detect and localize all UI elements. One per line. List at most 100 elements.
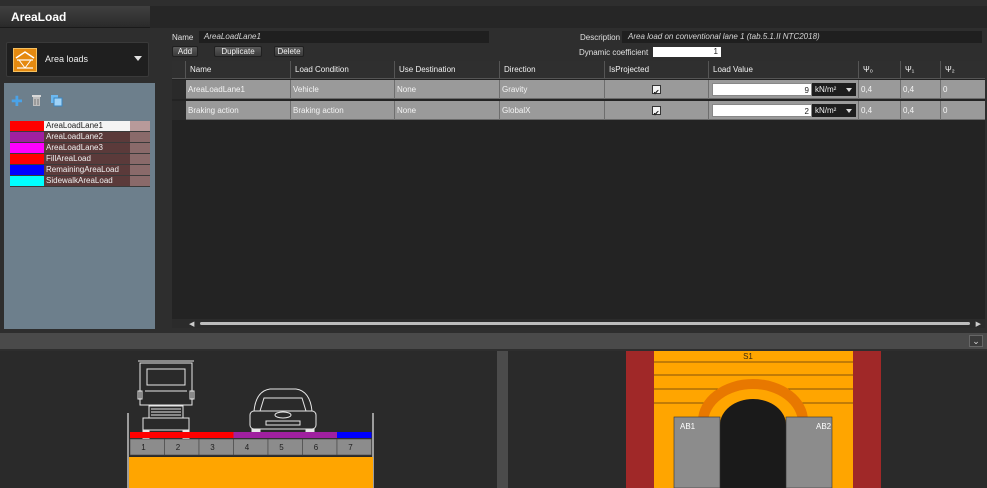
scroll-left-icon[interactable]: ◀ [189,320,194,328]
list-item[interactable]: FillAreaLoad [10,154,150,165]
grid-header: Name Load Condition Use Destination Dire… [172,61,985,79]
load-name[interactable]: FillAreaLoad [44,154,130,164]
load-name[interactable]: SidewalkAreaLoad [44,176,130,186]
cell-isprojected [605,101,709,120]
unit-select[interactable]: kN/m² [812,83,856,96]
list-item[interactable]: AreaLoadLane2 [10,132,150,143]
col-psi1[interactable]: Ψ₁ [901,61,941,79]
col-load-condition[interactable]: Load Condition [291,61,395,79]
lane-preview-pane: 1 2 3 4 5 6 7 [0,351,497,488]
col-psi0[interactable]: Ψ₀ [859,61,901,79]
cell-name[interactable]: Braking action [186,101,291,120]
list-item[interactable]: SidewalkAreaLoad [10,176,150,187]
col-use-destination[interactable]: Use Destination [395,61,500,79]
truck-icon [137,360,195,440]
scrollbar-thumb[interactable] [200,322,970,325]
col-psi2[interactable]: Ψ₂ [941,61,985,79]
list-item[interactable]: AreaLoadLane3 [10,143,150,154]
cell-psi0[interactable]: 0,4 [859,101,901,120]
cell-direction[interactable]: GlobalX [500,101,605,120]
load-type-label: Area loads [45,54,89,64]
pane-divider[interactable] [497,351,508,488]
row-header[interactable] [172,80,186,99]
name-field[interactable]: AreaLoadLane1 [199,31,489,43]
duplicate-icon[interactable] [50,94,63,111]
load-type-combo[interactable]: Area loads [6,42,149,77]
cell-load-value: 9 kN/m² [709,80,859,99]
load-name[interactable]: AreaLoadLane2 [44,132,130,142]
table-row[interactable]: AreaLoadLane1 Vehicle None Gravity 9 kN/… [172,80,985,99]
load-extra-cell[interactable] [130,132,150,142]
load-value-input[interactable]: 2 [712,104,812,117]
color-swatch[interactable] [10,121,44,131]
load-name[interactable]: AreaLoadLane1 [44,121,130,131]
cell-psi1[interactable]: 0,4 [901,80,941,99]
load-extra-cell[interactable] [130,121,150,131]
color-swatch[interactable] [10,143,44,153]
load-extra-cell[interactable] [130,154,150,164]
lane-box [233,438,269,456]
cell-load-condition[interactable]: Vehicle [291,80,395,99]
load-extra-cell[interactable] [130,165,150,175]
load-extra-cell[interactable] [130,176,150,186]
dynamic-coefficient-label: Dynamic coefficient [579,48,649,57]
lane-number: 4 [245,443,250,452]
cell-name[interactable]: AreaLoadLane1 [186,80,291,99]
lane-color-bar [268,432,303,438]
list-item[interactable]: RemainingAreaLoad [10,165,150,176]
collapse-chevron-icon[interactable]: ⌄ [969,335,983,347]
label-ab2: AB2 [816,422,832,431]
left-pier [626,351,654,488]
load-name[interactable]: AreaLoadLane3 [44,143,130,153]
delete-button[interactable]: Delete [274,46,304,57]
unit-select[interactable]: kN/m² [812,104,856,117]
table-row[interactable]: Braking action Braking action None Globa… [172,101,985,120]
car-icon [249,388,317,438]
col-isprojected[interactable]: IsProjected [605,61,709,79]
lane-color-bar [130,432,165,438]
grid-horizontal-scrollbar[interactable]: ◀ ▶ [172,319,985,328]
row-header[interactable] [172,101,186,120]
load-value-input[interactable]: 9 [712,83,812,96]
lane-box [336,438,372,456]
color-swatch[interactable] [10,176,44,186]
lane-number: 7 [348,443,353,452]
list-item[interactable]: AreaLoadLane1 [10,121,150,132]
name-label: Name [172,33,194,42]
col-load-value[interactable]: Load Value [709,61,859,79]
lane-color-strip [130,432,372,438]
section-preview-pane: S1 AB1 AB2 [508,351,987,488]
cell-psi0[interactable]: 0,4 [859,80,901,99]
cell-psi2[interactable]: 0 [941,101,985,120]
cell-isprojected [605,80,709,99]
lane-number: 6 [314,443,319,452]
load-extra-cell[interactable] [130,143,150,153]
grid-corner [172,61,186,79]
description-field[interactable]: Area load on conventional lane 1 (tab.5.… [622,31,982,43]
add-icon[interactable]: ✚ [11,94,23,108]
cell-psi2[interactable]: 0 [941,80,985,99]
load-toolbar [4,88,155,116]
area-load-icon [13,48,37,72]
load-name[interactable]: RemainingAreaLoad [44,165,130,175]
cell-use-destination[interactable]: None [395,101,500,120]
lane-box [267,438,303,456]
cell-psi1[interactable]: 0,4 [901,101,941,120]
cell-load-condition[interactable]: Braking action [291,101,395,120]
col-direction[interactable]: Direction [500,61,605,79]
color-swatch[interactable] [10,132,44,142]
isprojected-checkbox[interactable] [652,83,661,99]
col-name[interactable]: Name [186,61,291,79]
pane-splitter[interactable]: ⌄ [0,333,987,349]
duplicate-button[interactable]: Duplicate [214,46,262,57]
add-button[interactable]: Add [172,46,198,57]
delete-icon[interactable] [31,94,42,111]
isprojected-checkbox[interactable] [652,104,661,120]
color-swatch[interactable] [10,154,44,164]
scroll-right-icon[interactable]: ▶ [976,320,981,328]
dynamic-coefficient-input[interactable]: 1 [653,47,721,57]
cell-use-destination[interactable]: None [395,80,500,99]
lane-color-bar [199,432,234,438]
color-swatch[interactable] [10,165,44,175]
cell-direction[interactable]: Gravity [500,80,605,99]
